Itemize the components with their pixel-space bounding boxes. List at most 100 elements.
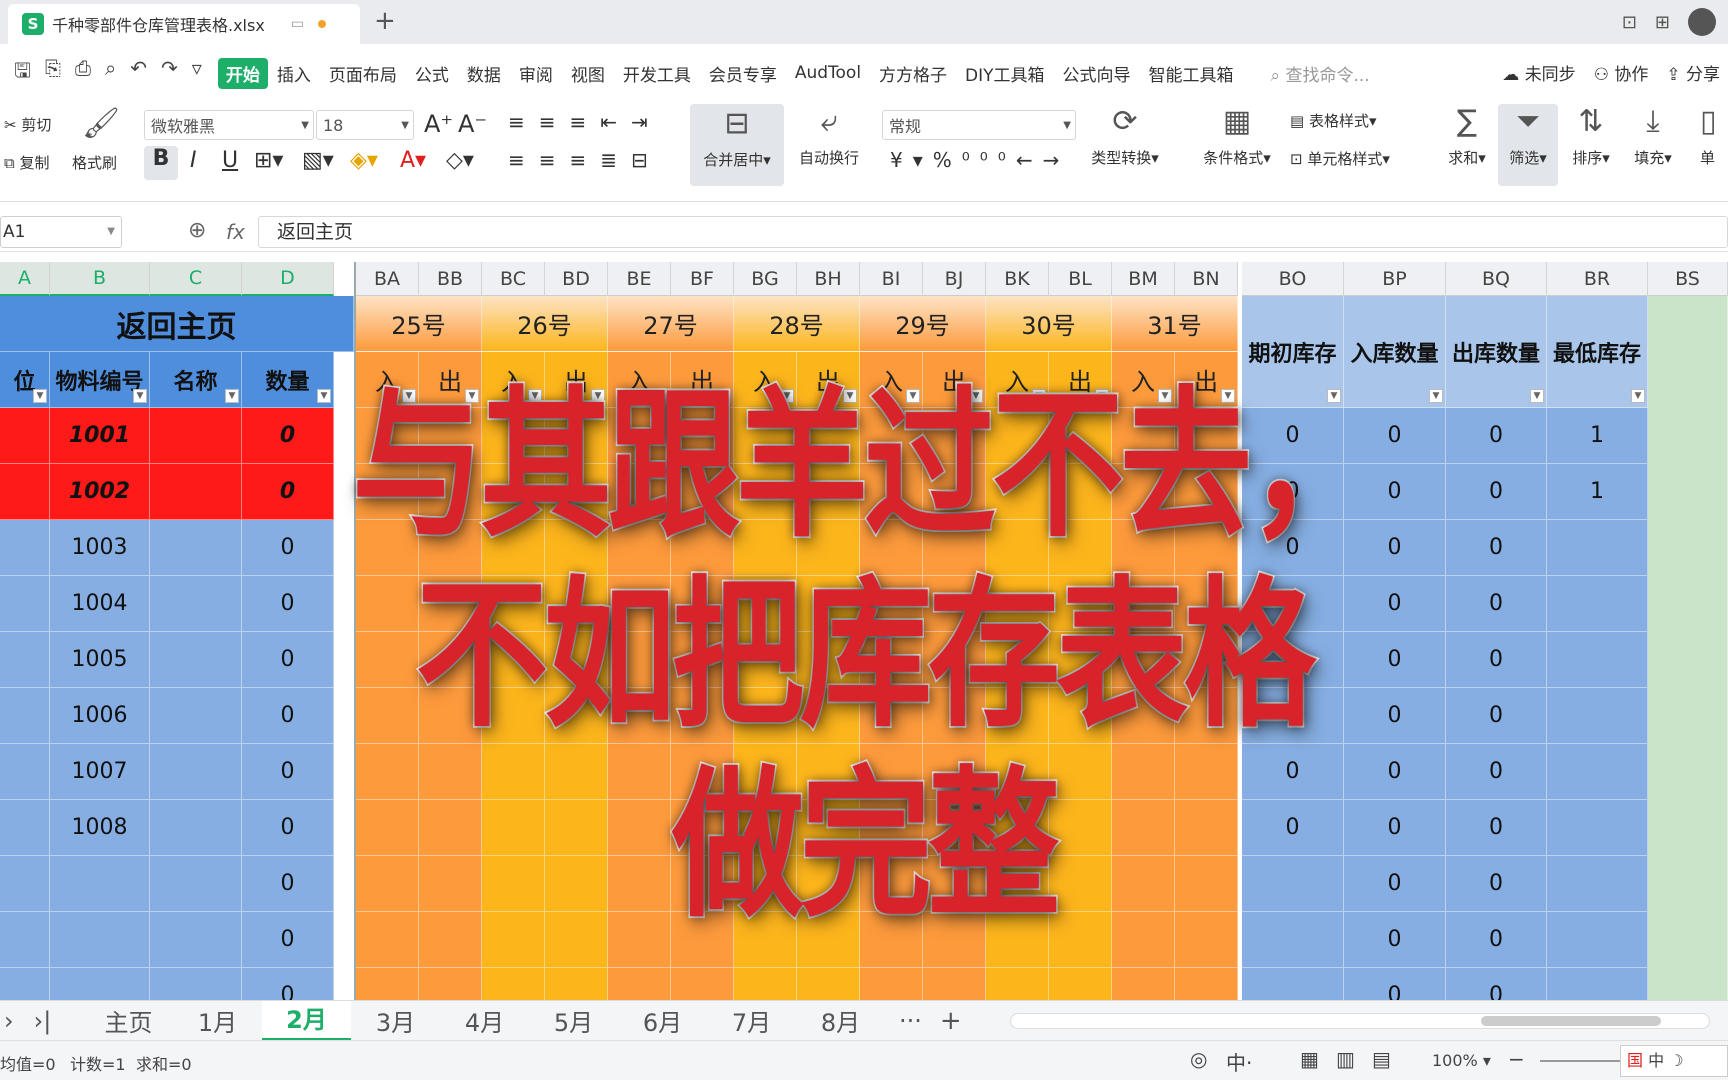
day-header[interactable]: 30号 [986,296,1112,352]
column-header[interactable]: BN [1175,262,1238,296]
type-convert-button[interactable]: ⟳ 类型转换▾ [1080,104,1170,168]
zoom-out-icon[interactable]: − [1508,1047,1525,1071]
sheet-tab[interactable]: 6月 [618,1003,707,1038]
clear-icon[interactable]: ◇▾ [446,148,474,173]
summary-cell[interactable] [1547,968,1648,1002]
in-cell[interactable] [1112,968,1175,1002]
menu-item-9[interactable]: AudTool [786,63,870,83]
scrollbar-thumb[interactable] [1481,1016,1661,1026]
spreadsheet-grid[interactable]: A B C D BA BB BC BD BE BF BG BH BI BJ BK BL BM BN BO BP BQ BR… [0,262,1728,1002]
menu-item-7[interactable]: 开发工具 [614,61,700,86]
zoom-slider[interactable] [1540,1060,1630,1062]
horizontal-scrollbar[interactable] [1010,1013,1710,1029]
summary-cell[interactable] [1242,968,1344,1002]
sheet-tab[interactable]: 主页 [84,1003,173,1038]
last-sheet-icon[interactable]: ›| [34,1007,52,1035]
menu-item-3[interactable]: 公式 [406,61,458,86]
column-header[interactable]: BE [608,262,671,296]
day-header[interactable]: 29号 [860,296,986,352]
out-cell[interactable] [797,968,860,1002]
monitor-icon[interactable]: ▭ [291,16,304,32]
page-break-icon[interactable]: ▤ [1372,1047,1391,1071]
out-cell[interactable] [1049,968,1112,1002]
home-button[interactable]: 返回主页 [0,296,354,352]
menu-item-10[interactable]: 方方格子 [870,61,956,86]
data-cell[interactable] [0,968,50,1002]
menu-right-2[interactable]: ⇪ 分享 [1666,60,1720,85]
in-cell[interactable] [482,968,545,1002]
sheet-tab[interactable]: 4月 [440,1003,529,1038]
column-header[interactable]: BC [482,262,545,296]
menu-item-0[interactable]: 开始 [217,57,268,89]
vertical-align-icons[interactable]: ≡≡≡⇤⇥ [508,110,662,134]
new-tab-button[interactable]: + [374,6,396,36]
menu-item-12[interactable]: 公式向导 [1054,61,1140,86]
page-layout-icon[interactable]: ▥ [1336,1047,1355,1071]
column-header[interactable]: A [0,262,50,296]
in-cell[interactable] [356,968,419,1002]
copy-button[interactable]: ⧉ 复制 [4,152,50,173]
add-sheet-button[interactable]: + [940,1006,962,1036]
day-header[interactable]: 25号 [356,296,482,352]
column-header[interactable]: BL [1049,262,1112,296]
in-cell[interactable] [734,968,797,1002]
summary-cell[interactable]: 0 [1344,968,1446,1002]
more-sheets-button[interactable]: ··· [899,1007,922,1035]
eye-protection-icon[interactable]: ◎ [1190,1047,1207,1071]
document-tab[interactable]: S 千种零部件仓库管理表格.xlsx ▭ [8,4,360,44]
ime-toolbar[interactable]: 国 中 ☽ [1620,1045,1728,1077]
column-header[interactable]: BO [1242,262,1344,296]
out-cell[interactable] [671,968,734,1002]
fx-icon[interactable]: fx [226,220,245,244]
menu-item-4[interactable]: 数据 [458,61,510,86]
font-size-select[interactable]: 18 ▼ [316,110,414,140]
sheet-tab[interactable]: 5月 [529,1003,618,1038]
sheet-tab[interactable]: 3月 [351,1003,440,1038]
format-painter-icon[interactable]: 🖌 [82,106,120,141]
summary-cell[interactable]: 0 [1446,968,1547,1002]
undo-icon[interactable]: ↶ [130,56,147,90]
increase-font-icon[interactable]: A⁺ [424,110,453,138]
number-format-icons[interactable]: ¥▾%⁰⁰⁰←→ [890,148,1069,172]
column-header[interactable]: BG [734,262,797,296]
column-header[interactable]: BJ [923,262,986,296]
cell-style-button[interactable]: ⊡ 单元格样式▾ [1290,148,1390,169]
fill-color-icon[interactable]: ◈▾ [350,148,378,173]
name-box[interactable]: A1 ▼ [0,216,122,248]
column-header[interactable]: BI [860,262,923,296]
border-icon[interactable]: ⊞▾ [254,148,283,173]
preview-icon[interactable]: ⌕ [105,56,116,90]
menu-right-1[interactable]: ⚇ 协作 [1594,60,1649,85]
day-header[interactable]: 27号 [608,296,734,352]
menu-right-0[interactable]: ☁ 未同步 [1502,60,1575,85]
formula-input[interactable]: 返回主页 [258,216,1728,248]
decrease-font-icon[interactable]: A⁻ [458,110,487,138]
cut-button[interactable]: ✂ 剪切 [4,114,51,135]
in-cell[interactable] [608,968,671,1002]
column-header[interactable]: BD [545,262,608,296]
sheet-tab[interactable]: 2月 [262,1000,351,1041]
day-header[interactable]: 26号 [482,296,608,352]
underline-button[interactable]: U [222,148,238,173]
sheet-tab[interactable]: 8月 [796,1003,885,1038]
print-icon[interactable]: ⎙ [75,56,91,90]
horizontal-align-icons[interactable]: ≡≡≡≣⊟ [508,148,662,172]
quantity-cell[interactable]: 0 [242,968,334,1002]
menu-item-1[interactable]: 插入 [268,61,320,86]
fill-button[interactable]: ⤓ 填充▾ [1624,104,1682,168]
menu-item-6[interactable]: 视图 [562,61,614,86]
column-header[interactable]: BA [356,262,419,296]
zoom-level[interactable]: 100% ▾ [1432,1051,1491,1070]
column-header[interactable]: BB [419,262,482,296]
save-icon[interactable]: 🖫 [14,56,31,90]
single-button[interactable]: ▯ 单 [1700,104,1728,168]
in-cell[interactable] [986,968,1049,1002]
menu-item-5[interactable]: 审阅 [510,61,562,86]
redo-icon[interactable]: ↷ [161,56,178,90]
column-header[interactable]: BR [1547,262,1648,296]
out-cell[interactable] [419,968,482,1002]
column-header[interactable]: BF [671,262,734,296]
menu-item-11[interactable]: DIY工具箱 [956,61,1054,86]
day-header[interactable]: 31号 [1112,296,1238,352]
name-cell[interactable] [150,968,242,1002]
